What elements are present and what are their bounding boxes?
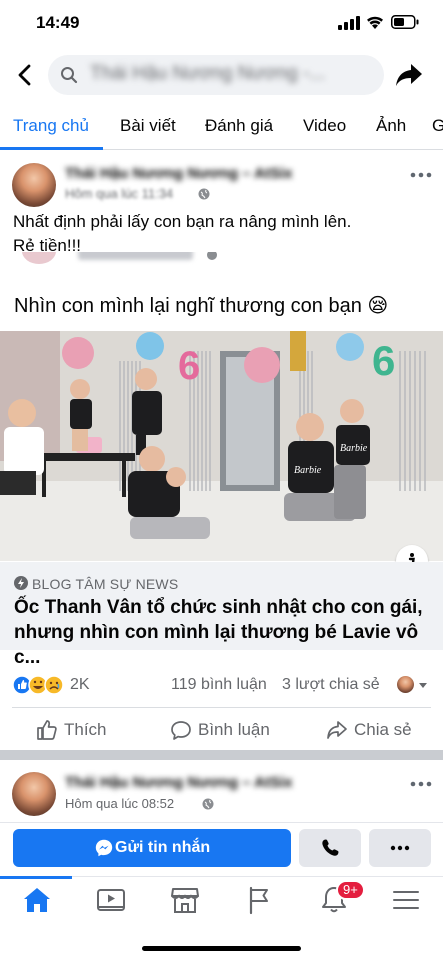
post-text-line: Nhất định phải lấy con bạn ra nâng mình … bbox=[13, 212, 352, 231]
post-text: Nhất định phải lấy con bạn ra nâng mình … bbox=[13, 210, 433, 258]
marketplace-icon[interactable] bbox=[169, 884, 201, 916]
reaction-icons[interactable] bbox=[12, 675, 68, 695]
messenger-icon bbox=[95, 839, 113, 857]
like-button[interactable]: Thích bbox=[36, 719, 107, 743]
link-source: BLOG TÂM SỰ NEWS bbox=[32, 576, 179, 592]
call-button[interactable] bbox=[299, 829, 361, 867]
post-author-name[interactable]: Thái Hậu Nương Nương – AtSix bbox=[65, 165, 293, 182]
instant-article-bolt-icon bbox=[14, 576, 28, 590]
more-actions-button[interactable] bbox=[369, 829, 431, 867]
globe-icon bbox=[198, 188, 210, 200]
share-audience-avatar[interactable] bbox=[397, 676, 414, 693]
share-arrow-icon[interactable] bbox=[393, 58, 425, 90]
author-avatar[interactable] bbox=[12, 163, 56, 207]
link-title[interactable]: Ốc Thanh Vân tổ chức sinh nhật cho con g… bbox=[14, 595, 434, 670]
post-timestamp[interactable]: Hôm qua lúc 08:52 bbox=[65, 796, 174, 811]
battery-icon bbox=[391, 15, 419, 29]
comment-label: Bình luận bbox=[198, 720, 270, 739]
back-arrow-icon[interactable] bbox=[10, 60, 40, 90]
notification-badge: 9+ bbox=[336, 880, 365, 900]
share-icon bbox=[327, 721, 347, 739]
party-photo-illustration: 6 6 Barbie Barbie bbox=[0, 331, 443, 561]
post-timestamp[interactable]: Hôm qua lúc 11:34 bbox=[65, 186, 173, 201]
tab-more[interactable]: G bbox=[432, 116, 443, 136]
globe-icon bbox=[202, 798, 214, 810]
share-label: Chia sẻ bbox=[354, 720, 412, 739]
active-tab-indicator bbox=[0, 147, 103, 150]
video-icon[interactable] bbox=[95, 884, 127, 916]
shared-photo[interactable]: 6 6 Barbie Barbie bbox=[0, 331, 443, 561]
svg-text:6: 6 bbox=[372, 337, 395, 384]
post-author-name[interactable]: Thái Hậu Nương Nương – AtSix bbox=[65, 774, 293, 791]
share-count[interactable]: 3 lượt chia sẻ bbox=[282, 676, 380, 694]
pages-flag-icon[interactable] bbox=[243, 884, 275, 916]
menu-hamburger-icon[interactable] bbox=[390, 884, 422, 916]
divider bbox=[12, 707, 431, 708]
share-button[interactable]: Chia sẻ bbox=[326, 719, 412, 743]
reaction-count[interactable]: 2K bbox=[70, 676, 90, 694]
more-options-icon[interactable] bbox=[408, 168, 434, 182]
tab-videos[interactable]: Video bbox=[303, 116, 346, 136]
tab-home[interactable]: Trang chủ bbox=[13, 116, 89, 136]
tab-posts[interactable]: Bài viết bbox=[120, 116, 176, 136]
thumbs-up-icon bbox=[37, 720, 57, 740]
send-message-button[interactable]: Gửi tin nhắn bbox=[13, 829, 291, 867]
cellular-signal-icon bbox=[338, 16, 360, 30]
like-label: Thích bbox=[64, 720, 107, 739]
chevron-down-icon[interactable] bbox=[418, 682, 428, 690]
comment-count[interactable]: 119 bình luận bbox=[171, 676, 267, 694]
author-avatar[interactable] bbox=[12, 772, 56, 816]
wifi-icon bbox=[367, 16, 383, 29]
tab-reviews[interactable]: Đánh giá bbox=[205, 116, 273, 136]
search-icon bbox=[61, 67, 78, 84]
phone-icon bbox=[322, 839, 339, 856]
comment-icon bbox=[171, 721, 191, 740]
more-dots-icon bbox=[390, 845, 410, 851]
send-message-label: Gửi tin nhắn bbox=[115, 839, 211, 856]
home-icon[interactable] bbox=[21, 884, 53, 916]
feed-separator bbox=[0, 750, 443, 760]
link-title-line: nhưng nhìn con mình lại thương bé Lavie … bbox=[14, 622, 419, 668]
svg-text:Barbie: Barbie bbox=[340, 443, 368, 454]
tab-photos[interactable]: Ảnh bbox=[376, 116, 406, 136]
more-options-icon[interactable] bbox=[408, 777, 434, 791]
status-time: 14:49 bbox=[36, 13, 80, 32]
comment-button[interactable]: Bình luận bbox=[170, 719, 270, 743]
link-title-line: Ốc Thanh Vân tổ chức sinh nhật cho con g… bbox=[14, 597, 423, 618]
shared-post-header-clipped bbox=[0, 252, 443, 268]
shared-post-text: Nhìn con mình lại nghĩ thương con bạn 😪 bbox=[14, 295, 389, 317]
svg-text:6: 6 bbox=[178, 344, 200, 388]
svg-text:Barbie: Barbie bbox=[294, 465, 322, 476]
active-nav-indicator bbox=[0, 876, 72, 879]
home-indicator[interactable] bbox=[142, 946, 301, 951]
search-query-text: Thái Hậu Nương Nương -... bbox=[90, 63, 326, 84]
